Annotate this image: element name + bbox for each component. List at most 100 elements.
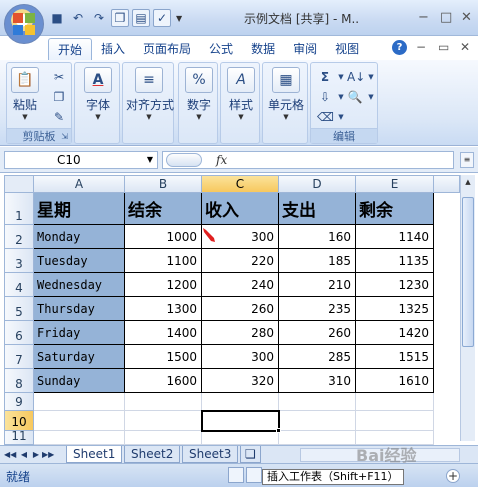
empty-cell[interactable] xyxy=(125,431,202,445)
number-button[interactable]: % 数字 ▼ xyxy=(176,67,222,121)
name-box-dropdown-icon[interactable]: ▼ xyxy=(147,152,153,168)
table-cell[interactable]: 160 xyxy=(279,225,356,249)
page-layout-view-icon[interactable] xyxy=(246,467,262,483)
table-cell[interactable]: 1500 xyxy=(125,345,202,369)
tab-data[interactable]: 数据 xyxy=(242,38,284,60)
copy-icon[interactable]: ❐ xyxy=(111,9,129,27)
minimize-button[interactable]: − xyxy=(418,10,429,25)
select-all-corner[interactable] xyxy=(4,175,34,193)
column-header-c[interactable]: C xyxy=(202,175,279,193)
sheet-tab-sheet1[interactable]: Sheet1 xyxy=(66,446,123,463)
row-header[interactable]: 2 xyxy=(4,225,34,249)
row-header[interactable]: 5 xyxy=(4,297,34,321)
table-cell[interactable]: 1200 xyxy=(125,273,202,297)
empty-cell[interactable] xyxy=(279,411,356,431)
ribbon-minimize-icon[interactable]: − xyxy=(416,40,426,54)
table-header-cell[interactable]: 支出 xyxy=(279,193,356,225)
cut-icon[interactable]: ✂ xyxy=(51,69,67,85)
empty-cell[interactable] xyxy=(202,393,279,411)
table-cell[interactable]: 1135 xyxy=(356,249,434,273)
scroll-up-icon[interactable]: ▲ xyxy=(461,175,475,189)
empty-cell[interactable] xyxy=(356,393,434,411)
form-icon[interactable]: ▤ xyxy=(132,9,150,27)
table-cell[interactable]: 310 xyxy=(279,369,356,393)
alignment-button[interactable]: ≡ 对齐方式 ▼ xyxy=(126,67,174,121)
undo-icon[interactable]: ↶ xyxy=(69,9,87,27)
expand-formula-bar-icon[interactable]: ≡ xyxy=(460,152,474,168)
tab-view[interactable]: 视图 xyxy=(326,38,368,60)
sort-dropdown-icon[interactable]: ▼ xyxy=(363,69,379,85)
table-header-cell[interactable]: 剩余 xyxy=(356,193,434,225)
help-icon[interactable]: ? xyxy=(392,40,407,55)
prev-sheet-icon[interactable]: ◀ xyxy=(18,448,30,462)
table-cell[interactable]: 1420 xyxy=(356,321,434,345)
first-sheet-icon[interactable]: ◀◀ xyxy=(4,448,16,462)
autosum-icon[interactable]: Σ xyxy=(317,69,333,85)
find-select-icon[interactable]: 🔍 xyxy=(347,89,363,105)
empty-cell[interactable] xyxy=(34,393,125,411)
table-header-cell[interactable]: 结余 xyxy=(125,193,202,225)
row-header[interactable]: 11 xyxy=(4,429,34,445)
clear-dropdown-icon[interactable]: ▼ xyxy=(333,109,349,125)
formula-input[interactable] xyxy=(162,151,454,169)
spellcheck-icon[interactable]: ✓ xyxy=(153,9,171,27)
table-cell-day[interactable]: Saturday xyxy=(34,345,125,369)
tab-page-layout[interactable]: 页面布局 xyxy=(134,38,200,60)
fill-icon[interactable]: ⇩ xyxy=(317,89,333,105)
row-header[interactable]: 1 xyxy=(4,193,34,225)
table-cell[interactable]: 1600 xyxy=(125,369,202,393)
find-dropdown-icon[interactable]: ▼ xyxy=(363,89,379,105)
format-painter-icon[interactable]: ✎ xyxy=(51,109,67,125)
sheet-tab-sheet3[interactable]: Sheet3 xyxy=(182,446,239,463)
empty-cell[interactable] xyxy=(356,411,434,431)
table-cell[interactable]: 1000 xyxy=(125,225,202,249)
table-cell[interactable]: 220 xyxy=(202,249,279,273)
row-header[interactable]: 6 xyxy=(4,321,34,345)
tab-review[interactable]: 审阅 xyxy=(284,38,326,60)
row-header[interactable]: 7 xyxy=(4,345,34,369)
tab-home[interactable]: 开始 xyxy=(48,38,93,60)
empty-cell[interactable] xyxy=(279,431,356,445)
column-header-d[interactable]: D xyxy=(279,175,356,193)
vertical-scrollbar[interactable]: ▲ xyxy=(460,175,475,441)
ribbon-restore-icon[interactable]: ▭ xyxy=(438,40,449,54)
paste-button[interactable]: 📋 粘贴 ▼ xyxy=(7,67,43,121)
table-cell-day[interactable]: Sunday xyxy=(34,369,125,393)
ribbon-close-icon[interactable]: ✕ xyxy=(460,40,470,54)
table-cell[interactable]: 300 xyxy=(202,345,279,369)
tab-formulas[interactable]: 公式 xyxy=(200,38,242,60)
column-header-e[interactable]: E xyxy=(356,175,434,193)
table-cell[interactable]: 1610 xyxy=(356,369,434,393)
row-header[interactable]: 3 xyxy=(4,249,34,273)
active-cell-c10[interactable] xyxy=(201,410,280,432)
table-cell[interactable]: 1325 xyxy=(356,297,434,321)
office-button[interactable] xyxy=(4,4,44,44)
row-header[interactable]: 10 xyxy=(4,411,34,431)
row-header[interactable]: 9 xyxy=(4,393,34,411)
row-header[interactable]: 8 xyxy=(4,369,34,393)
empty-cell[interactable] xyxy=(125,411,202,431)
table-cell-day[interactable]: Tuesday xyxy=(34,249,125,273)
table-cell[interactable]: 210 xyxy=(279,273,356,297)
sort-filter-icon[interactable]: A↓ xyxy=(347,69,365,85)
last-sheet-icon[interactable]: ▶▶ xyxy=(42,448,54,462)
column-header-b[interactable]: B xyxy=(125,175,202,193)
table-cell[interactable]: 280 xyxy=(202,321,279,345)
cells-button[interactable]: ▦ 单元格 ▼ xyxy=(263,67,309,121)
save-icon[interactable]: ■ xyxy=(48,9,66,27)
zoom-in-icon[interactable]: + xyxy=(446,469,460,483)
table-cell[interactable]: 240 xyxy=(202,273,279,297)
clipboard-launcher-icon[interactable]: ⇲ xyxy=(61,132,68,141)
fill-handle[interactable] xyxy=(276,428,281,433)
column-header-f[interactable] xyxy=(434,175,460,193)
column-header-a[interactable]: A xyxy=(34,175,125,193)
name-box[interactable]: C10 ▼ xyxy=(4,151,158,169)
empty-cell[interactable] xyxy=(202,431,279,445)
sheet-tab-sheet2[interactable]: Sheet2 xyxy=(124,446,181,463)
fx-icon[interactable]: fx xyxy=(216,153,227,167)
insert-sheet-button[interactable]: ❏ xyxy=(240,446,261,463)
table-cell[interactable]: 1400 xyxy=(125,321,202,345)
font-button[interactable]: A 字体 ▼ xyxy=(75,67,121,121)
row-header[interactable]: 4 xyxy=(4,273,34,297)
empty-cell[interactable] xyxy=(125,393,202,411)
